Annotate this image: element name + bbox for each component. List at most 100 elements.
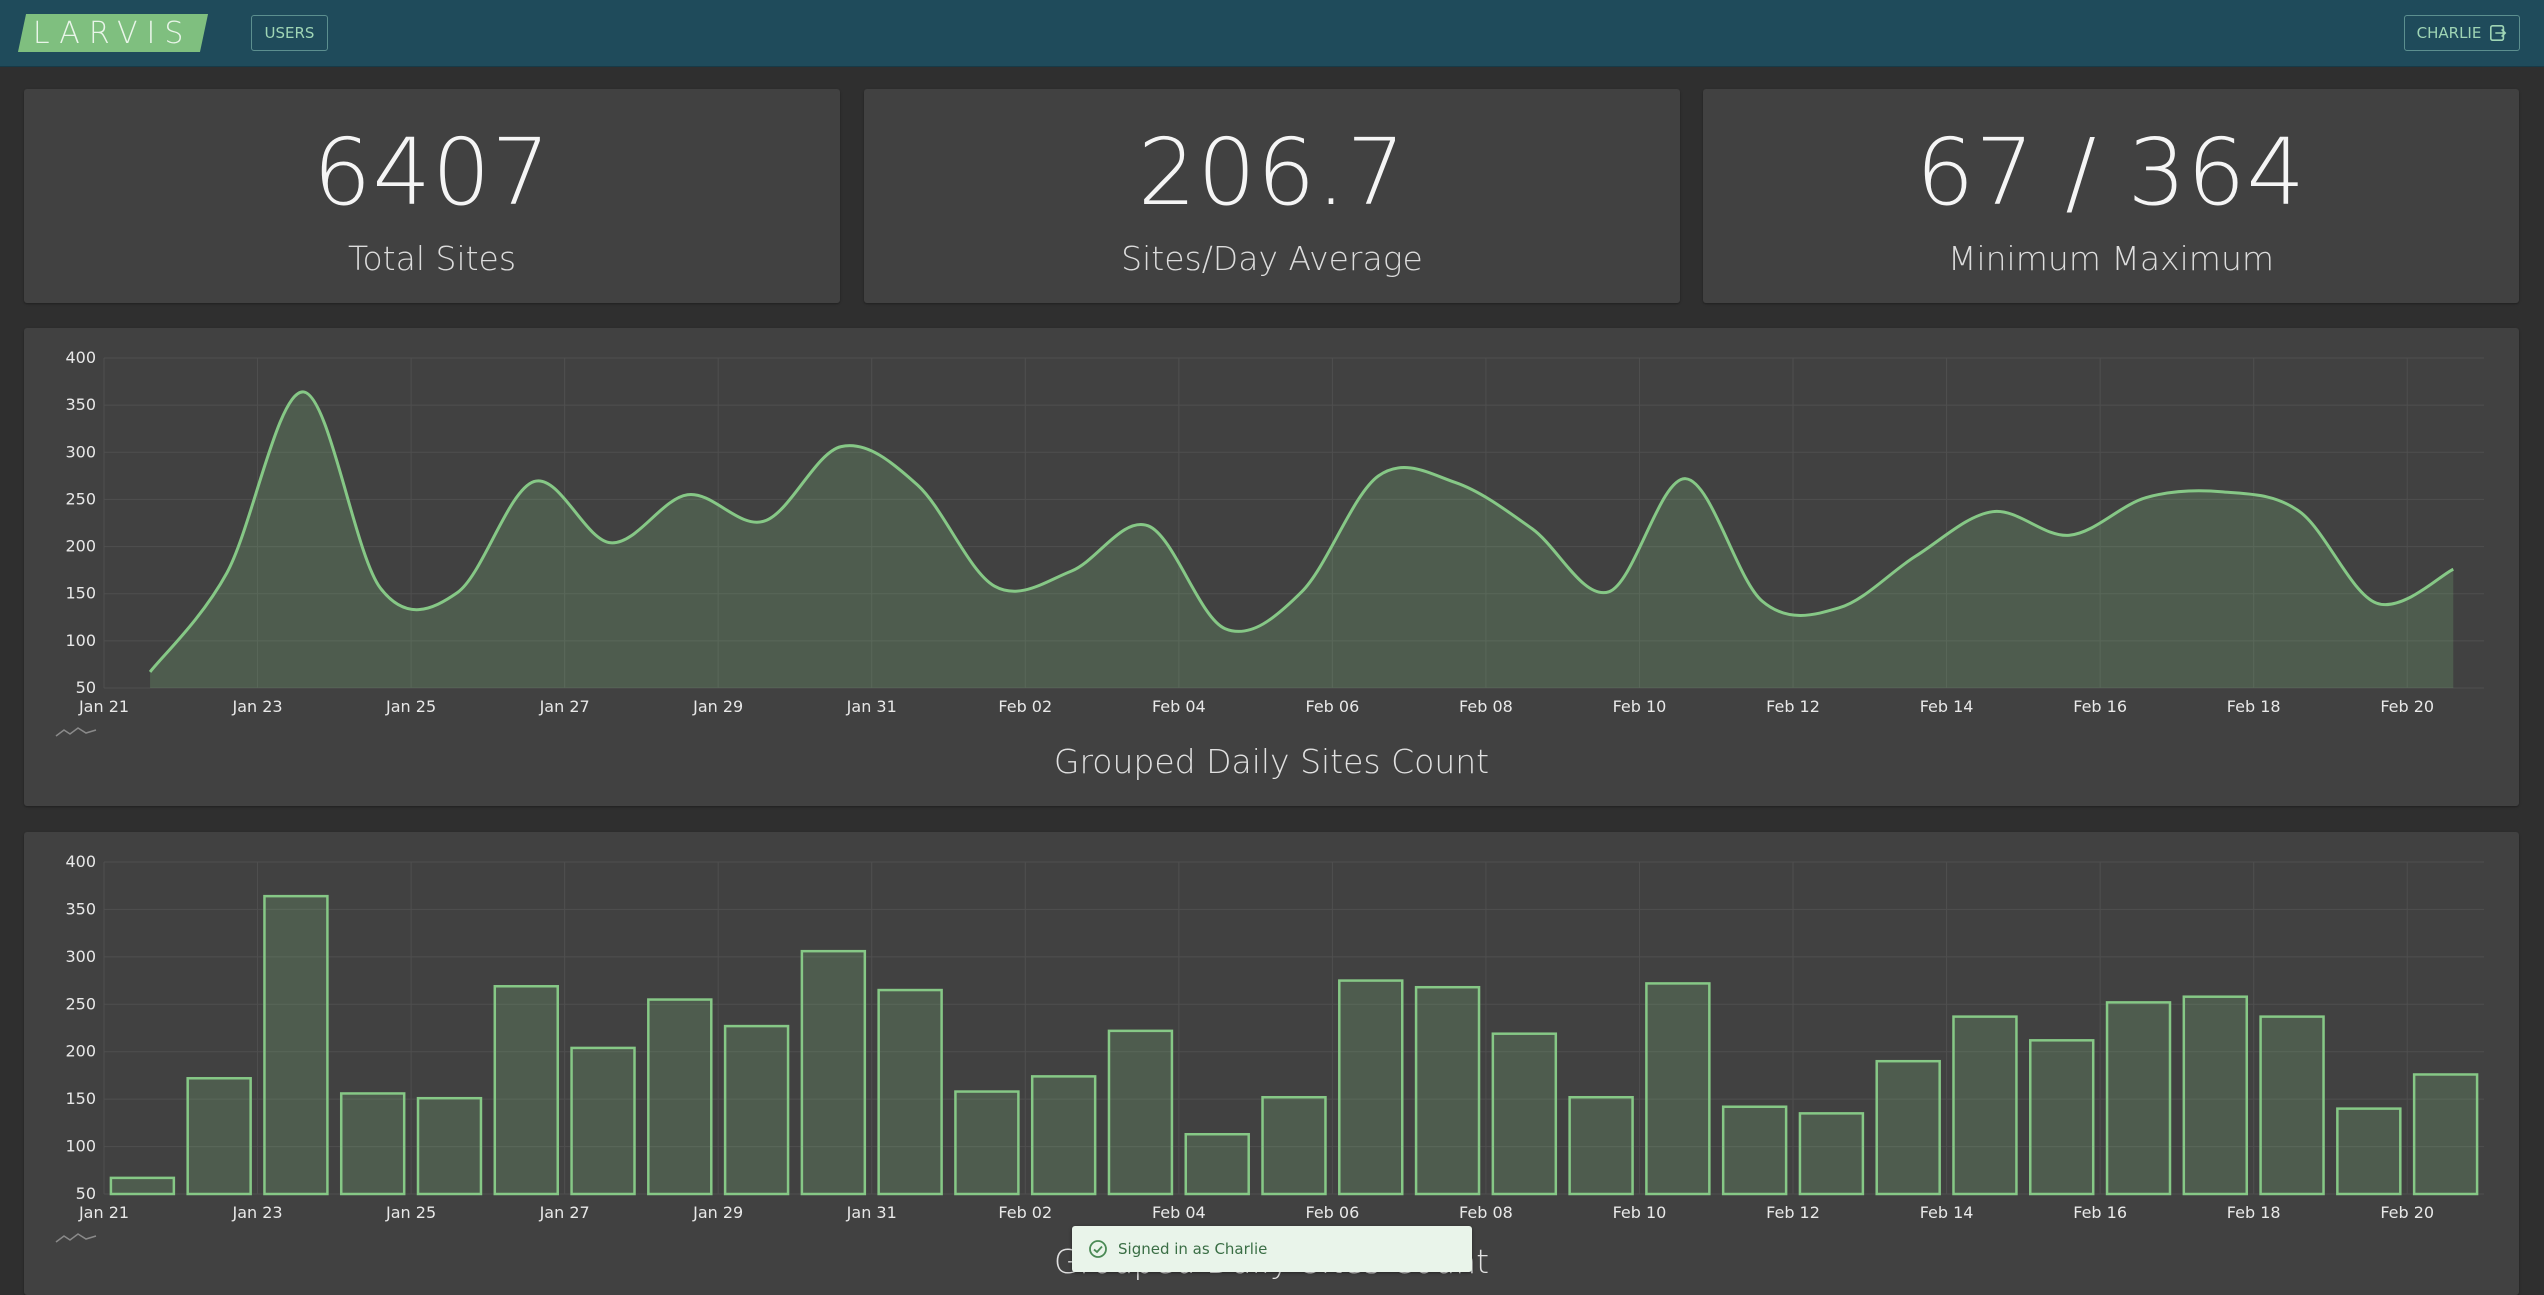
x-tick-label: Feb 04 [1152, 1203, 1206, 1222]
stat-card-daily-average: 206.7 Sites/Day Average [864, 89, 1680, 303]
y-tick-label: 50 [76, 678, 96, 697]
bar [2029, 1039, 2095, 1196]
x-tick-label: Jan 31 [846, 1203, 897, 1222]
y-tick-label: 250 [65, 994, 96, 1013]
brush-sparkline-icon [55, 1233, 97, 1243]
x-tick-label: Jan 27 [539, 697, 590, 716]
area-chart: 50 100 150 200 250 300 350 400 Jan 21 Jan 23 Jan 2… [55, 348, 2484, 737]
larvis-logo[interactable]: LARVIS [17, 14, 209, 52]
check-circle-icon [1089, 1240, 1107, 1258]
area-chart-card: 50 100 150 200 250 300 350 400 Jan 21 Jan 23 Jan 2… [24, 328, 2519, 806]
x-tick-label: Feb 06 [1305, 1203, 1359, 1222]
bar [339, 1092, 406, 1196]
bar [647, 998, 713, 1196]
logo-text: LARVIS [33, 15, 193, 51]
x-tick-label: Feb 20 [2380, 697, 2434, 716]
x-tick-label: Feb 14 [1920, 1203, 1974, 1222]
user-logout-button[interactable]: CHARLIE [2404, 15, 2520, 51]
x-tick-label: Jan 27 [539, 1203, 590, 1222]
x-tick-label: Feb 12 [1766, 697, 1820, 716]
x-tick-label: Jan 21 [78, 1203, 129, 1222]
bar [2412, 1073, 2479, 1196]
bar [2182, 995, 2249, 1196]
x-tick-label: Feb 04 [1152, 697, 1206, 716]
y-tick-label: 300 [65, 947, 96, 966]
bar [1798, 1112, 1865, 1196]
x-tick-label: Feb 18 [2227, 697, 2281, 716]
x-tick-label: Jan 25 [385, 697, 436, 716]
stat-card-total-sites: 6407 Total Sites [24, 89, 840, 303]
y-tick-label: 200 [65, 537, 96, 556]
bar [1952, 1015, 2018, 1196]
x-tick-label: Feb 18 [2227, 1203, 2281, 1222]
bar [186, 1077, 252, 1196]
x-tick-label: Feb 02 [998, 1203, 1052, 1222]
stat-label: Sites/Day Average [1121, 239, 1423, 278]
x-tick-label: Jan 21 [78, 697, 129, 716]
bar [1107, 1029, 1174, 1196]
x-tick-label: Jan 31 [846, 697, 897, 716]
x-tick-label: Jan 29 [692, 697, 743, 716]
bar [800, 949, 867, 1196]
stat-label: Total Sites [347, 239, 517, 278]
toast-message: Signed in as Charlie [1118, 1240, 1268, 1258]
area-chart-title: Grouped Daily Sites Count [1053, 742, 1490, 781]
y-tick-label: 300 [65, 442, 96, 461]
stat-value: 6407 [312, 119, 552, 226]
y-tick-label: 100 [65, 1137, 96, 1156]
y-tick-label: 150 [65, 1089, 96, 1108]
brush-sparkline-icon [55, 727, 97, 737]
bar [263, 894, 329, 1196]
bar [570, 1046, 636, 1196]
x-tick-label: Feb 02 [998, 697, 1052, 716]
y-tick-label: 350 [65, 899, 96, 918]
x-tick-label: Feb 08 [1459, 697, 1513, 716]
stat-card-min-max: 67 / 364 Minimum Maximum [1703, 89, 2519, 303]
bar [1875, 1059, 1941, 1196]
y-tick-label: 100 [65, 631, 96, 650]
bar [109, 1176, 176, 1196]
bar [2259, 1015, 2325, 1196]
user-button-label: CHARLIE [2416, 24, 2482, 42]
x-tick-label: Jan 23 [231, 697, 282, 716]
y-tick-label: 400 [65, 348, 96, 367]
stat-label: Minimum Maximum [1947, 239, 2275, 278]
stat-value: 206.7 [1137, 119, 1407, 226]
bar [493, 985, 559, 1196]
bar [416, 1096, 483, 1196]
x-tick-label: Feb 12 [1766, 1203, 1820, 1222]
signed-in-toast[interactable]: Signed in as Charlie [1072, 1226, 1472, 1272]
top-navbar: LARVIS USERS CHARLIE [0, 0, 2544, 67]
y-tick-label: 350 [65, 395, 96, 414]
bar [1414, 985, 1481, 1196]
users-button[interactable]: USERS [251, 15, 328, 51]
x-tick-label: Feb 06 [1305, 697, 1359, 716]
y-tick-label: 150 [65, 584, 96, 603]
bar [1184, 1132, 1250, 1196]
bar [1261, 1095, 1327, 1196]
x-tick-label: Feb 10 [1613, 1203, 1667, 1222]
x-tick-label: Feb 16 [2073, 697, 2127, 716]
bar [1721, 1105, 1788, 1196]
bar [2336, 1107, 2402, 1196]
bar [1491, 1032, 1558, 1196]
stat-value: 67 / 364 [1915, 119, 2307, 226]
users-button-label: USERS [264, 24, 315, 42]
y-tick-label: 250 [65, 489, 96, 508]
y-tick-label: 400 [65, 852, 96, 871]
bar [954, 1090, 1020, 1196]
x-tick-label: Feb 08 [1459, 1203, 1513, 1222]
y-tick-label: 50 [76, 1184, 96, 1203]
logout-icon [2490, 24, 2507, 42]
bar [1645, 982, 1711, 1196]
bar [877, 988, 943, 1196]
x-tick-label: Jan 23 [231, 1203, 282, 1222]
x-tick-label: Feb 20 [2380, 1203, 2434, 1222]
bar [1568, 1095, 1634, 1196]
area-fill [150, 391, 2454, 688]
x-tick-label: Feb 16 [2073, 1203, 2127, 1222]
bar [2105, 1001, 2172, 1196]
y-tick-label: 200 [65, 1042, 96, 1061]
x-tick-label: Jan 25 [385, 1203, 436, 1222]
x-tick-label: Feb 14 [1920, 697, 1974, 716]
